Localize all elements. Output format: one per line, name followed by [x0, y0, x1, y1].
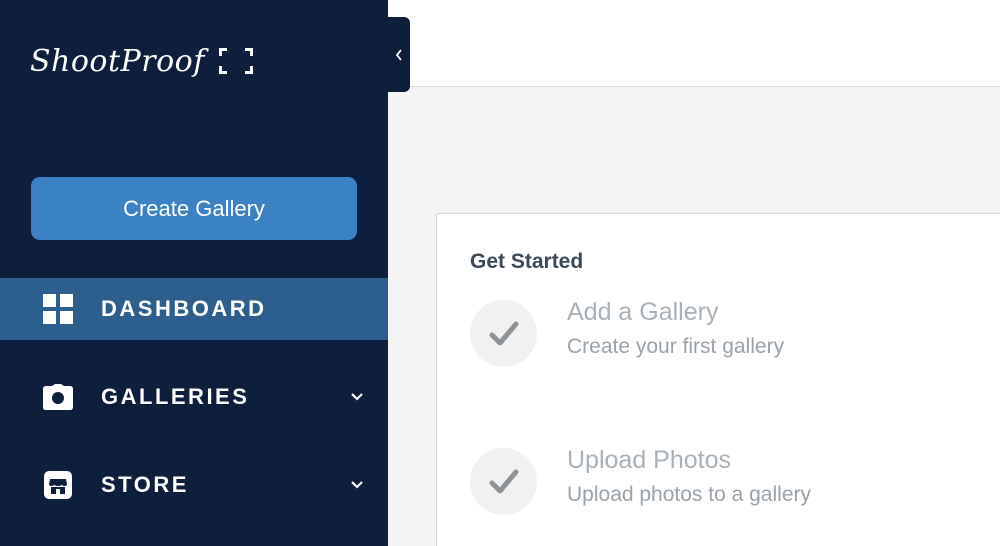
- task-subtitle: Create your first gallery: [567, 335, 785, 358]
- sidebar-item-label: GALLERIES: [101, 384, 250, 409]
- sidebar-item-dashboard[interactable]: DASHBOARD: [0, 278, 388, 340]
- get-started-card: Get Started Add a Gallery Create your fi…: [436, 213, 1000, 546]
- chevron-left-icon: [395, 48, 402, 61]
- task-title: Upload Photos: [567, 446, 732, 474]
- logo-text: ShootProof: [30, 43, 205, 79]
- checkmark-icon: [470, 300, 537, 367]
- sidebar-item-label: STORE: [101, 472, 189, 497]
- task-title: Add a Gallery: [567, 298, 719, 326]
- sidebar-item-galleries[interactable]: GALLERIES: [0, 366, 388, 428]
- sidebar: ShootProof Create Gallery DASHBOARD GALL…: [0, 0, 388, 546]
- camera-icon: [42, 381, 74, 413]
- task-add-gallery[interactable]: Add a Gallery Create your first gallery: [470, 298, 1000, 370]
- sidebar-item-store[interactable]: STORE: [0, 454, 388, 516]
- checkmark-icon: [470, 448, 537, 515]
- task-subtitle: Upload photos to a gallery: [567, 483, 811, 506]
- storefront-icon: [42, 469, 74, 501]
- collapse-sidebar-button[interactable]: [388, 17, 410, 92]
- logo-bracket-icon: [218, 48, 253, 74]
- sidebar-item-label: DASHBOARD: [101, 296, 267, 321]
- chevron-down-icon[interactable]: [350, 478, 364, 492]
- shootproof-logo[interactable]: ShootProof: [30, 36, 253, 86]
- create-gallery-button[interactable]: Create Gallery: [31, 177, 357, 240]
- top-bar: [388, 0, 1000, 87]
- chevron-down-icon[interactable]: [350, 390, 364, 404]
- task-upload-photos[interactable]: Upload Photos Upload photos to a gallery: [470, 446, 1000, 518]
- card-title: Get Started: [470, 250, 584, 273]
- grid-icon: [42, 293, 74, 325]
